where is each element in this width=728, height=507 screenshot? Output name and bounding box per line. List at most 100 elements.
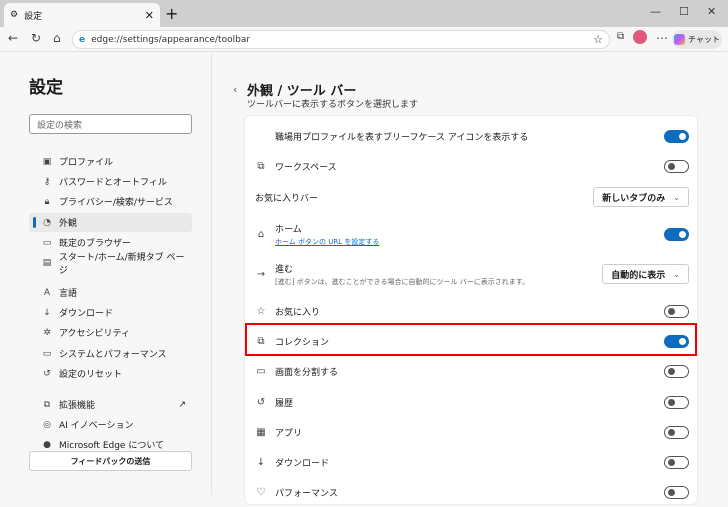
page-subtitle: ツールバーに表示するボタンを選択します [247, 97, 418, 110]
setting-label: ダウンロード [275, 456, 329, 469]
sidebar-item-label: ダウンロード [59, 306, 113, 319]
sidebar-item[interactable]: ↓ ダウンロード [29, 303, 192, 322]
new-tab-button[interactable]: + [165, 4, 178, 23]
setting-row: ↺履歴 [245, 387, 699, 417]
select-value: 新しいタブのみ [602, 191, 665, 204]
address-input[interactable]: e edge://settings/appearance/toolbar ☆ [72, 30, 610, 49]
sidebar-item-label: スタート/ホーム/新規タブ ページ [59, 250, 192, 276]
edge-icon: e [79, 35, 85, 45]
sidebar-item[interactable]: ▣プロファイル [29, 152, 192, 171]
setting-label: アプリ [275, 426, 302, 439]
download-icon: ↓ [255, 457, 267, 468]
sidebar-title: 設定 [29, 73, 63, 98]
setting-label: 進む [275, 262, 529, 275]
browser-icon: ▭ [42, 238, 52, 248]
setting-row: → 進む [進む] ボタンは、進むことができる場合に自動的にツール バーに表示されま… [245, 256, 699, 292]
setting-row: ⧉ コレクション [245, 326, 699, 356]
workspace-icon: ⧉ [255, 161, 267, 172]
sidebar-item[interactable]: ▭システムとパフォーマンス [29, 344, 192, 363]
download-icon: ↓ [42, 308, 52, 318]
edge-icon: ● [42, 440, 52, 450]
sidebar-item[interactable]: ▤スタート/ホーム/新規タブ ページ [29, 253, 192, 272]
sidebar-item[interactable]: ◎ AI イノベーション [29, 415, 192, 434]
toggle-switch[interactable] [664, 305, 689, 318]
home-icon[interactable]: ⌂ [53, 31, 61, 45]
toolbar-settings-card: 職場用プロファイルを表すブリーフケース アイコンを表示する⧉ワークスペースお気に… [244, 115, 698, 505]
setting-row: 職場用プロファイルを表すブリーフケース アイコンを表示する [245, 121, 699, 151]
collections-icon[interactable]: ⧉ [617, 31, 624, 42]
dropdown-select[interactable]: 新しいタブのみ ⌄ [593, 187, 689, 207]
sidebar-item[interactable]: ✲アクセシビリティ [29, 323, 192, 342]
maximize-button[interactable]: ☐ [679, 5, 689, 18]
select-value: 自動的に表示 [611, 268, 665, 281]
sidebar-item-label: プロファイル [59, 155, 113, 168]
favorite-star-icon[interactable]: ☆ [593, 33, 603, 46]
split-screen-icon: ▭ [255, 366, 267, 377]
external-link-icon: ↗ [178, 400, 186, 410]
setting-label: 履歴 [275, 396, 293, 409]
toggle-switch[interactable] [664, 130, 689, 143]
setting-label: ホーム [275, 222, 379, 235]
home-icon: ⌂ [255, 229, 267, 240]
setting-row: お気に入りバー 新しいタブのみ ⌄ [245, 182, 699, 212]
settings-search-input[interactable]: 設定の検索 [29, 114, 192, 134]
setting-label: ワークスペース [275, 160, 337, 173]
toggle-switch[interactable] [664, 456, 689, 469]
feedback-button[interactable]: フィードバックの送信 [29, 451, 192, 471]
tab-title: 設定 [24, 9, 42, 22]
chevron-down-icon: ⌄ [673, 193, 680, 202]
copilot-icon [674, 34, 685, 45]
setting-label: お気に入り [275, 305, 320, 318]
key-icon: ⚷ [42, 177, 52, 187]
sidebar-item-label: 外観 [59, 216, 77, 229]
copilot-chat-button[interactable]: チャット [672, 30, 722, 49]
collections-icon: ⧉ [255, 336, 267, 347]
sidebar-item[interactable]: ◔外観 [29, 213, 192, 232]
scrollbar[interactable] [720, 53, 728, 495]
setting-label: コレクション [275, 335, 329, 348]
sidebar-item-label: パスワードとオートフィル [59, 175, 167, 188]
setting-label: 画面を分割する [275, 365, 338, 378]
setting-label: お気に入りバー [255, 191, 318, 204]
setting-row: ▦アプリ [245, 417, 699, 447]
more-icon[interactable]: ⋯ [656, 31, 668, 45]
tab-settings[interactable]: ⚙ 設定 ✕ [4, 3, 160, 27]
forward-arrow-icon: → [255, 269, 267, 280]
setting-row: ☆ お気に入り [245, 296, 699, 326]
sidebar-item-label: 設定のリセット [59, 367, 122, 380]
setting-label: パフォーマンス [275, 486, 338, 499]
refresh-icon[interactable]: ↻ [31, 31, 41, 45]
sidebar-item[interactable]: A言語 [29, 283, 192, 302]
close-window-button[interactable]: ✕ [707, 5, 716, 18]
sidebar-item-label: AI イノベーション [59, 418, 134, 431]
home-icon: ▤ [42, 258, 52, 268]
sidebar-item-label: Microsoft Edge について [59, 438, 164, 451]
sidebar-item[interactable]: ⚷ パスワードとオートフィル [29, 172, 192, 191]
setting-description: [進む] ボタンは、進むことができる場合に自動的にツール バーに表示されます。 [275, 277, 529, 287]
chat-label: チャット [688, 34, 720, 45]
sidebar-item[interactable]: ⧉拡張機能↗ [29, 395, 192, 414]
system-icon: ▭ [42, 349, 52, 359]
dropdown-select[interactable]: 自動的に表示⌄ [602, 264, 689, 284]
minimize-button[interactable]: — [650, 5, 661, 18]
sidebar-item[interactable]: ↺設定のリセット [29, 364, 192, 383]
back-icon[interactable]: ← [8, 31, 18, 45]
setting-row: ♡パフォーマンス [245, 477, 699, 507]
home-url-link[interactable]: ホーム ボタンの URL を設定する [275, 237, 379, 247]
close-tab-icon[interactable]: ✕ [145, 9, 154, 22]
sidebar-item[interactable]: 🔒︎プライバシー/検索/サービス [29, 192, 192, 211]
ai-icon: ◎ [42, 420, 52, 430]
sidebar-item-label: プライバシー/検索/サービス [59, 195, 173, 208]
back-chevron-icon[interactable]: ‹ [233, 83, 237, 96]
toggle-switch[interactable] [664, 396, 689, 409]
toggle-switch[interactable] [664, 228, 689, 241]
toggle-switch[interactable] [664, 365, 689, 378]
setting-row: ⧉ ワークスペース [245, 151, 699, 181]
toggle-switch[interactable] [664, 335, 689, 348]
accessibility-icon: ✲ [42, 328, 52, 338]
toggle-switch[interactable] [664, 160, 689, 173]
favorites-icon: ☆ [255, 306, 267, 317]
profile-avatar[interactable] [633, 30, 647, 44]
toggle-switch[interactable] [664, 486, 689, 499]
toggle-switch[interactable] [664, 426, 689, 439]
